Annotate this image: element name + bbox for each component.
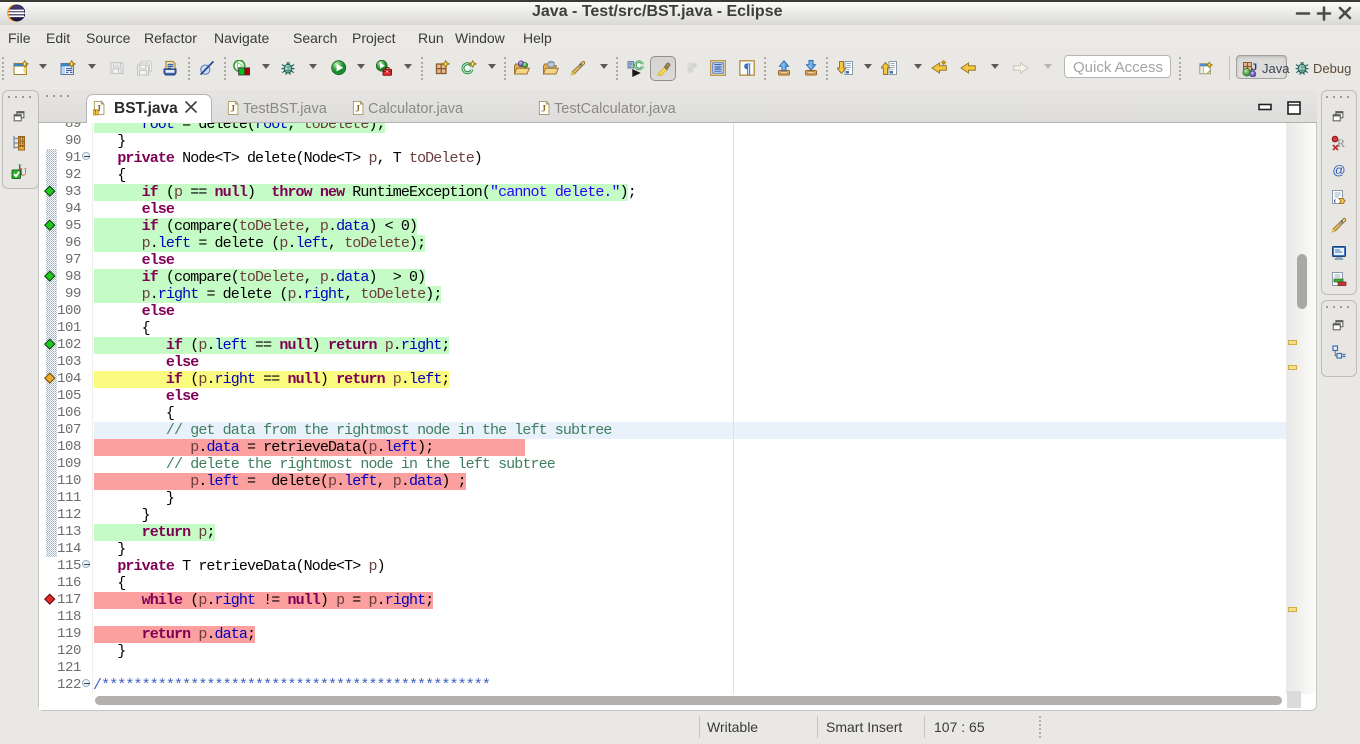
svg-text:J: J	[355, 104, 360, 115]
svg-text:!: !	[95, 110, 97, 116]
svg-text:¶: ¶	[743, 61, 751, 76]
svg-text:J: J	[230, 104, 235, 115]
svg-text:@: @	[1332, 163, 1345, 178]
svg-text:J: J	[541, 104, 546, 115]
svg-text:R: R	[1337, 136, 1345, 150]
